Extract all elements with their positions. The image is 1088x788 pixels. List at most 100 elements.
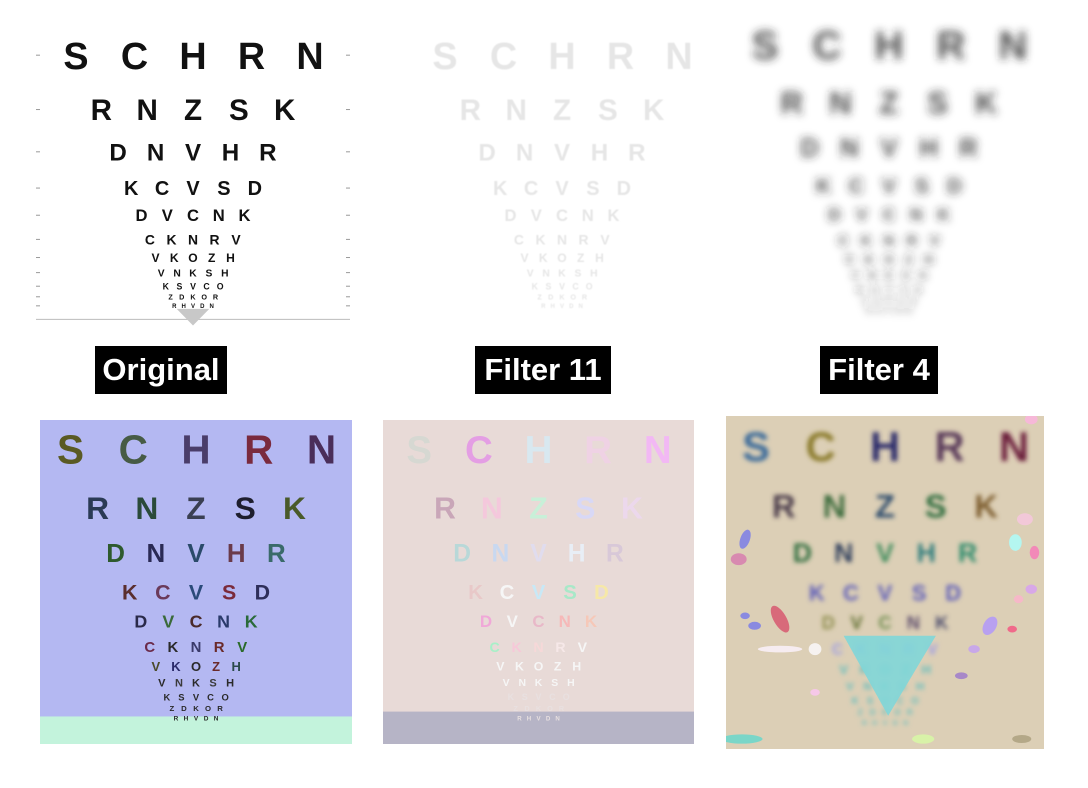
optotype-letter: D bbox=[179, 292, 184, 301]
optotype-letter: N bbox=[823, 488, 847, 525]
optotype-letter: O bbox=[570, 292, 576, 301]
optotype-letter: V bbox=[878, 580, 893, 605]
optotype-letter: S bbox=[217, 178, 230, 200]
optotype-letter: R bbox=[579, 231, 589, 247]
optotype-letter: R bbox=[259, 140, 276, 167]
optotype-letter: R bbox=[434, 492, 456, 525]
optotype-letter: H bbox=[525, 429, 553, 472]
optotype-letter: Z bbox=[537, 292, 542, 301]
noise-blob bbox=[748, 621, 761, 630]
optotype-letter: Z bbox=[875, 488, 895, 525]
optotype-letter: H bbox=[870, 423, 900, 470]
optotype-letter: K bbox=[539, 251, 548, 265]
optotype-letter: Z bbox=[513, 704, 518, 713]
noise-blob bbox=[808, 643, 822, 656]
optotype-letter: O bbox=[221, 691, 228, 702]
optotype-letter: C bbox=[556, 206, 568, 225]
optotype-letter: S bbox=[406, 429, 432, 472]
optotype-letter: R bbox=[555, 639, 565, 655]
noise-blob bbox=[912, 734, 935, 744]
optotype-letter: C bbox=[119, 427, 148, 473]
optotype-letter: K bbox=[532, 281, 539, 291]
optotype-letter: Z bbox=[863, 297, 868, 306]
optotype-letter: H bbox=[919, 134, 937, 162]
optotype-letter: C bbox=[490, 35, 517, 77]
optotype-letter: H bbox=[527, 715, 532, 722]
optotype-letter: C bbox=[145, 231, 155, 247]
noise-blob bbox=[1029, 545, 1040, 560]
optotype-letter: Z bbox=[529, 492, 547, 525]
optotype-letter: H bbox=[921, 662, 931, 677]
optotype-letter: D bbox=[181, 704, 187, 713]
optotype-letter: K bbox=[535, 678, 543, 689]
optotype-letter: H bbox=[872, 720, 877, 727]
optotype-letter: V bbox=[190, 281, 196, 291]
optotype-letter: D bbox=[106, 540, 125, 568]
optotype-letter: O bbox=[191, 659, 201, 674]
optotype-letter: C bbox=[500, 582, 515, 604]
optotype-letter: D bbox=[945, 580, 961, 605]
optotype-letter: O bbox=[884, 252, 894, 267]
optotype-letter: V bbox=[187, 540, 205, 568]
optotype-letter: D bbox=[546, 715, 551, 722]
optotype-letter: D bbox=[478, 140, 495, 167]
filter4-chart-svg: S C H R NR N Z S KD N V H RK C V S DD V C N KC K N R VV K O Z HV N K S H… bbox=[736, 16, 1042, 336]
optotype-letter: K bbox=[515, 660, 524, 674]
optotype-letter: N bbox=[147, 140, 164, 167]
optotype-letter: V bbox=[152, 659, 161, 674]
optotype-letter: V bbox=[186, 178, 200, 200]
optotype-letter: N bbox=[840, 134, 858, 162]
noise-blob bbox=[1025, 584, 1038, 594]
optotype-letter: K bbox=[511, 639, 522, 655]
optotype-letter: K bbox=[536, 704, 542, 713]
optotype-letter: S bbox=[912, 580, 927, 605]
optotype-letter: C bbox=[187, 206, 199, 225]
optotype-letter: V bbox=[578, 639, 588, 655]
optotype-letter: N bbox=[135, 490, 158, 526]
optotype-letter: R bbox=[91, 94, 112, 127]
filter11-segmentation-svg: S C H R NR N Z S KD N V H RK C V S DD V C N KC K N R VV K O Z HV N K S H… bbox=[383, 420, 694, 744]
optotype-letter: C bbox=[465, 429, 493, 472]
optotype-letter: C bbox=[155, 580, 170, 604]
optotype-letter: K bbox=[170, 251, 179, 265]
optotype-letter: O bbox=[534, 660, 544, 674]
optotype-letter: Z bbox=[186, 490, 205, 526]
optotype-letter: N bbox=[999, 24, 1028, 68]
optotype-letter: R bbox=[867, 308, 872, 315]
optotype-letter: H bbox=[181, 427, 210, 473]
optotype-letter: C bbox=[489, 639, 499, 655]
optotype-letter: H bbox=[875, 24, 904, 68]
optotype-letter: H bbox=[226, 251, 235, 265]
optotype-letter: V bbox=[193, 691, 200, 702]
noise-blob bbox=[1013, 595, 1024, 604]
optotype-letter: V bbox=[158, 677, 166, 689]
optotype-letter: C bbox=[190, 611, 203, 631]
optotype-letter: H bbox=[916, 681, 924, 693]
optotype-letter: C bbox=[121, 35, 148, 77]
optotype-letter: V bbox=[162, 611, 174, 631]
optotype-letter: K bbox=[974, 488, 998, 525]
original-chart-image: SCHRNRNZSKDNVHRKCVSDDVCNKCKNRVVKOZHVNKSH… bbox=[30, 28, 356, 330]
optotype-letter: R bbox=[541, 304, 546, 310]
optotype-letter: C bbox=[524, 178, 538, 200]
optotype-letter: H bbox=[567, 678, 575, 689]
optotype-letter: V bbox=[536, 692, 542, 702]
optotype-letter: K bbox=[189, 268, 197, 279]
optotype-letter: K bbox=[975, 86, 998, 121]
optotype-letter: C bbox=[155, 178, 169, 200]
optotype-letter: O bbox=[205, 704, 211, 713]
optotype-letter: H bbox=[572, 660, 581, 674]
optotype-letter: R bbox=[213, 292, 219, 301]
optotype-letter: D bbox=[505, 206, 517, 225]
optotype-letter: D bbox=[800, 134, 818, 162]
optotype-letter: C bbox=[514, 231, 524, 247]
optotype-letter: V bbox=[162, 206, 173, 225]
optotype-letter: Z bbox=[577, 251, 585, 265]
optotype-letter: R bbox=[217, 704, 223, 713]
optotype-letter: V bbox=[886, 285, 893, 295]
optotype-letter: O bbox=[547, 704, 553, 713]
optotype-letter: S bbox=[742, 423, 770, 470]
optotype-letter: N bbox=[146, 540, 165, 568]
original-segmentation-image: SCHRNRNZSKDNVHRKCVSDDVCNKCKNRVVKOZHVNKSH… bbox=[40, 420, 352, 744]
optotype-letter: V bbox=[856, 205, 868, 225]
